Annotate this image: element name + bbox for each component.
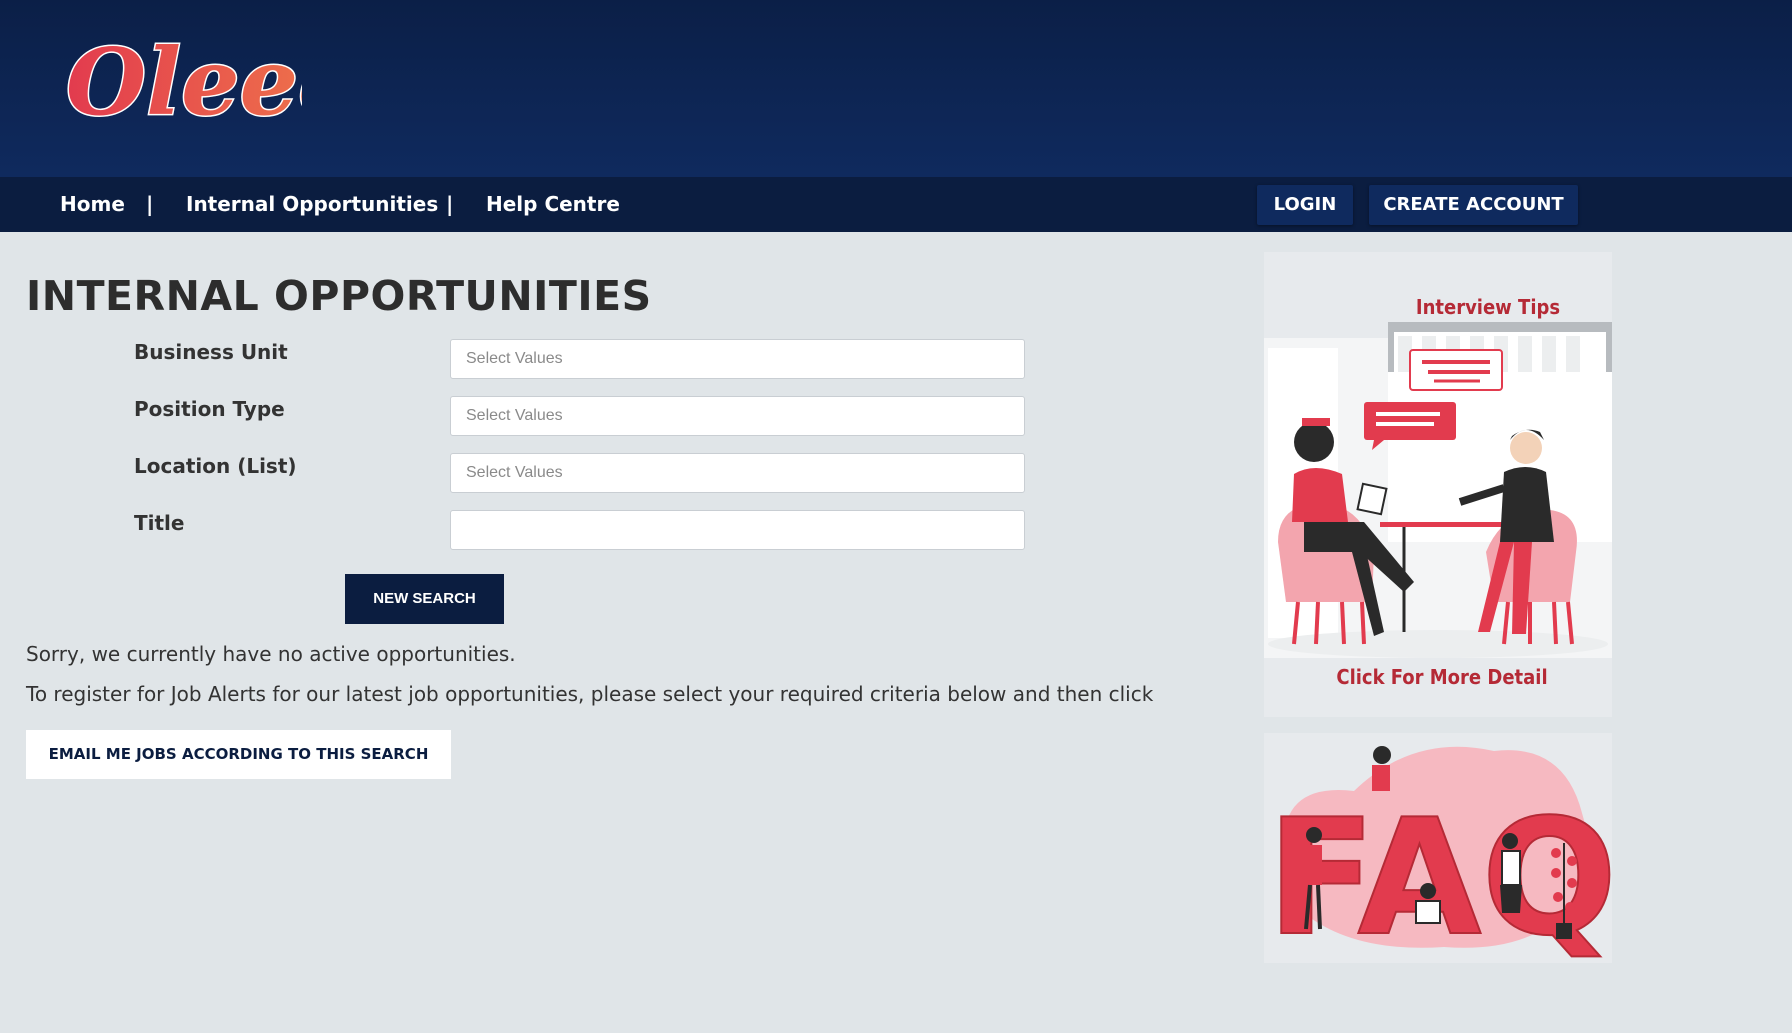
login-button[interactable]: LOGIN: [1257, 185, 1353, 225]
new-search-button[interactable]: NEW SEARCH: [345, 574, 504, 624]
interview-illustration: Interview Tips Click For More Detail: [1264, 295, 1612, 689]
svg-text:Oleeo: Oleeo: [66, 28, 302, 128]
nav-separator: |: [446, 192, 454, 216]
position-type-label: Position Type: [134, 397, 285, 421]
location-list-label: Location (List): [134, 454, 297, 478]
create-account-button[interactable]: CREATE ACCOUNT: [1369, 185, 1578, 225]
interview-tips-card[interactable]: Interview Tips Click For More Detail: [1264, 252, 1612, 717]
page-title: INTERNAL OPPORTUNITIES: [26, 272, 652, 320]
location-list-select[interactable]: [450, 453, 1025, 493]
job-alert-instructions: To register for Job Alerts for our lates…: [26, 682, 1154, 706]
interview-tips-title: Interview Tips: [1416, 295, 1560, 319]
faq-illustration: FAQ: [1266, 746, 1612, 963]
title-input[interactable]: [450, 510, 1025, 550]
nav-separator: |: [146, 192, 154, 216]
interview-tips-cta[interactable]: Click For More Detail: [1336, 665, 1547, 689]
oleeo-logo[interactable]: Oleeo: [62, 18, 303, 129]
nav-internal-opportunities-link[interactable]: Internal Opportunities: [186, 177, 438, 232]
position-type-select[interactable]: [450, 396, 1025, 436]
business-unit-select[interactable]: [450, 339, 1025, 379]
no-results-message: Sorry, we currently have no active oppor…: [26, 642, 516, 666]
nav-help-centre-link[interactable]: Help Centre: [486, 177, 620, 232]
email-jobs-button[interactable]: EMAIL ME JOBS ACCORDING TO THIS SEARCH: [26, 730, 451, 779]
title-label: Title: [134, 511, 185, 535]
nav-home-link[interactable]: Home: [60, 177, 125, 232]
faq-card[interactable]: FAQ: [1264, 733, 1612, 963]
business-unit-label: Business Unit: [134, 340, 288, 364]
site-header: Oleeo: [0, 0, 1792, 177]
